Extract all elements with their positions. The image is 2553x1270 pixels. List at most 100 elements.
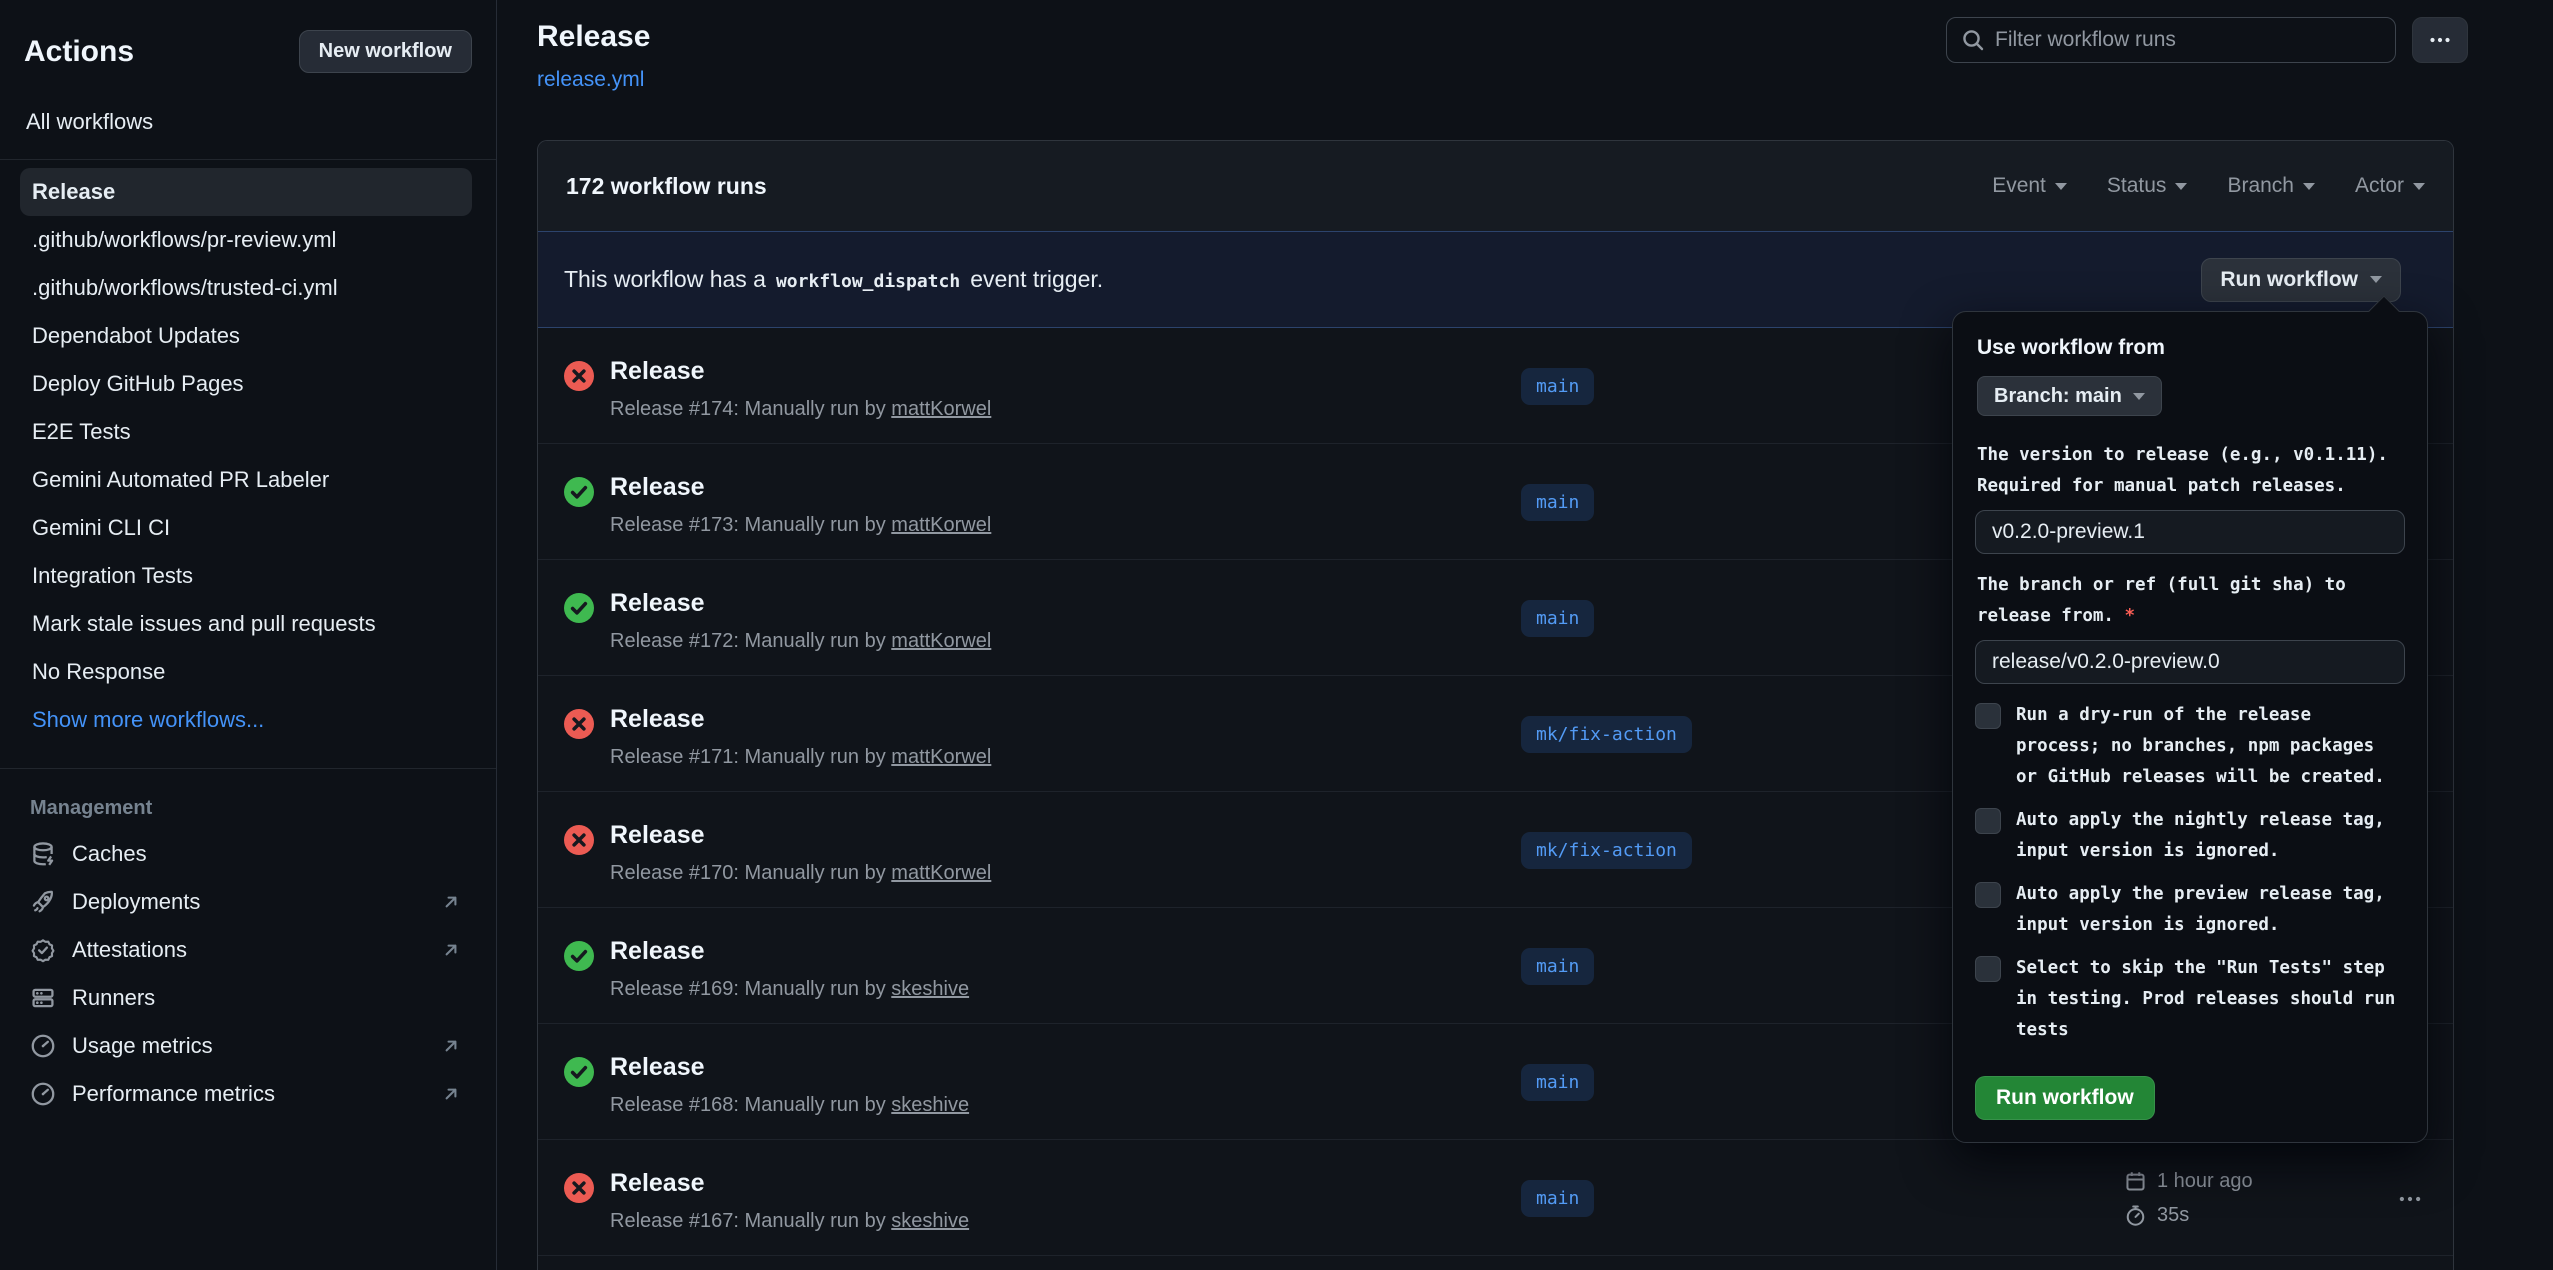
checkbox-label[interactable]: Run a dry-run of the release process; no… xyxy=(2016,700,2396,793)
filter-branch-dropdown[interactable]: Branch xyxy=(2227,174,2315,198)
branch-badge[interactable]: main xyxy=(1521,484,1594,521)
sidebar-item-performance-metrics[interactable]: Performance metrics xyxy=(0,1070,496,1118)
branch-selector-button[interactable]: Branch: main xyxy=(1977,376,2162,416)
filter-workflow-runs-input[interactable] xyxy=(1995,28,2381,52)
input-description: The version to release (e.g., v0.1.11). … xyxy=(1977,440,2412,502)
filter-status-dropdown[interactable]: Status xyxy=(2107,174,2188,198)
sidebar-item-caches[interactable]: Caches xyxy=(0,830,496,878)
sidebar-item-label: Runners xyxy=(72,985,155,1011)
sidebar-item-label: Caches xyxy=(72,841,147,867)
sidebar-item-label: Deployments xyxy=(72,889,200,915)
x-circle-icon xyxy=(564,361,594,391)
branch-badge[interactable]: main xyxy=(1521,368,1594,405)
checkbox-row: Auto apply the nightly release tag, inpu… xyxy=(1975,805,2405,867)
sidebar-divider xyxy=(0,768,496,769)
checkbox-label[interactable]: Select to skip the "Run Tests" step in t… xyxy=(2016,953,2396,1046)
show-more-workflows-link[interactable]: Show more workflows... xyxy=(20,696,472,744)
branch-badge[interactable]: mk/fix-action xyxy=(1521,832,1692,869)
sidebar-item-workflow[interactable]: .github/workflows/pr-review.yml xyxy=(20,216,472,264)
sidebar-item-workflow[interactable]: Deploy GitHub Pages xyxy=(20,360,472,408)
actor-link[interactable]: mattKorwel xyxy=(891,746,991,768)
run-title-link[interactable]: Release xyxy=(610,705,705,734)
run-title-link[interactable]: Release xyxy=(610,1053,705,1082)
run-options-kebab-button[interactable] xyxy=(2390,1186,2430,1212)
runs-card-header: 172 workflow runs Event Status Branch Ac… xyxy=(538,141,2453,231)
run-duration: 35s xyxy=(2157,1204,2189,1227)
sidebar-item-workflow[interactable]: E2E Tests xyxy=(20,408,472,456)
sidebar-item-workflow[interactable]: Gemini Automated PR Labeler xyxy=(20,456,472,504)
sidebar-item-usage-metrics[interactable]: Usage metrics xyxy=(0,1022,496,1070)
run-title-link[interactable]: Release xyxy=(610,357,705,386)
sidebar-header: Actions New workflow xyxy=(0,24,496,73)
x-circle-icon xyxy=(564,1173,594,1203)
cache-database-icon xyxy=(30,841,56,867)
calendar-icon xyxy=(2124,1170,2147,1193)
run-title-link[interactable]: Release xyxy=(610,821,705,850)
external-link-icon xyxy=(440,1035,462,1057)
run-title-link[interactable]: Release xyxy=(610,589,705,618)
checkbox-row: Auto apply the preview release tag, inpu… xyxy=(1975,879,2405,941)
sidebar-item-release[interactable]: Release xyxy=(20,168,472,216)
skip-tests-checkbox[interactable] xyxy=(1975,956,2001,982)
rocket-icon xyxy=(30,889,56,915)
branch-badge[interactable]: main xyxy=(1521,600,1594,637)
actor-link[interactable]: mattKorwel xyxy=(891,630,991,652)
checkbox-label[interactable]: Auto apply the nightly release tag, inpu… xyxy=(2016,805,2396,867)
run-subtitle: Release #169: Manually run by skeshive xyxy=(610,978,969,1001)
actor-link[interactable]: skeshive xyxy=(891,1210,969,1232)
actor-link[interactable]: mattKorwel xyxy=(891,514,991,536)
branch-badge[interactable]: main xyxy=(1521,948,1594,985)
check-circle-icon xyxy=(564,477,594,507)
workflow-file-link[interactable]: release.yml xyxy=(537,68,644,92)
sidebar-item-workflow[interactable]: Mark stale issues and pull requests xyxy=(20,600,472,648)
branch-ref-input[interactable] xyxy=(1975,640,2405,684)
run-subtitle: Release #170: Manually run by mattKorwel xyxy=(610,862,991,885)
actor-link[interactable]: skeshive xyxy=(891,978,969,1000)
run-subtitle: Release #171: Manually run by mattKorwel xyxy=(610,746,991,769)
run-workflow-submit-button[interactable]: Run workflow xyxy=(1975,1076,2155,1120)
run-meta: 1 hour ago 35s xyxy=(2124,1164,2253,1232)
run-workflow-dropdown-button[interactable]: Run workflow xyxy=(2201,258,2401,302)
workflow-list: Release .github/workflows/pr-review.yml … xyxy=(0,168,496,744)
sidebar-item-attestations[interactable]: Attestations xyxy=(0,926,496,974)
sidebar-item-workflow[interactable]: No Response xyxy=(20,648,472,696)
sidebar-item-workflow[interactable]: Dependabot Updates xyxy=(20,312,472,360)
branch-badge[interactable]: main xyxy=(1521,1180,1594,1217)
workflow-run-row: Release Release #167: Manually run by sk… xyxy=(538,1140,2453,1256)
branch-badge[interactable]: main xyxy=(1521,1064,1594,1101)
nightly-tag-checkbox[interactable] xyxy=(1975,808,2001,834)
sidebar-item-workflow[interactable]: Gemini CLI CI xyxy=(20,504,472,552)
chevron-down-icon xyxy=(2413,183,2425,190)
sidebar-item-workflow[interactable]: .github/workflows/trusted-ci.yml xyxy=(20,264,472,312)
run-subtitle: Release #173: Manually run by mattKorwel xyxy=(610,514,991,537)
run-filters: Event Status Branch Actor xyxy=(1992,174,2425,198)
sidebar-title: Actions xyxy=(24,35,134,69)
sidebar-item-label: Usage metrics xyxy=(72,1033,213,1059)
sidebar-item-all-workflows[interactable]: All workflows xyxy=(0,73,496,135)
sidebar-item-runners[interactable]: Runners xyxy=(0,974,496,1022)
workflow-dispatch-code: workflow_dispatch xyxy=(776,271,960,292)
run-title-link[interactable]: Release xyxy=(610,1169,705,1198)
banner-text: This workflow has a workflow_dispatch ev… xyxy=(564,266,1103,293)
checkbox-label[interactable]: Auto apply the preview release tag, inpu… xyxy=(2016,879,2396,941)
checkbox-row: Select to skip the "Run Tests" step in t… xyxy=(1975,953,2405,1046)
branch-badge[interactable]: mk/fix-action xyxy=(1521,716,1692,753)
new-workflow-button[interactable]: New workflow xyxy=(299,30,472,73)
filter-event-dropdown[interactable]: Event xyxy=(1992,174,2067,198)
kebab-horizontal-icon xyxy=(2397,1186,2423,1212)
actor-link[interactable]: mattKorwel xyxy=(891,862,991,884)
run-title-link[interactable]: Release xyxy=(610,937,705,966)
run-title-link[interactable]: Release xyxy=(610,473,705,502)
sidebar-item-workflow[interactable]: Integration Tests xyxy=(20,552,472,600)
actor-link[interactable]: mattKorwel xyxy=(891,398,991,420)
filter-actor-dropdown[interactable]: Actor xyxy=(2355,174,2425,198)
chevron-down-icon xyxy=(2133,393,2145,400)
version-input[interactable] xyxy=(1975,510,2405,554)
actor-link[interactable]: skeshive xyxy=(891,1094,969,1116)
workflow-options-kebab-button[interactable] xyxy=(2412,17,2468,63)
sidebar-item-deployments[interactable]: Deployments xyxy=(0,878,496,926)
check-circle-icon xyxy=(564,1057,594,1087)
preview-tag-checkbox[interactable] xyxy=(1975,882,2001,908)
dry-run-checkbox[interactable] xyxy=(1975,703,2001,729)
external-link-icon xyxy=(440,891,462,913)
